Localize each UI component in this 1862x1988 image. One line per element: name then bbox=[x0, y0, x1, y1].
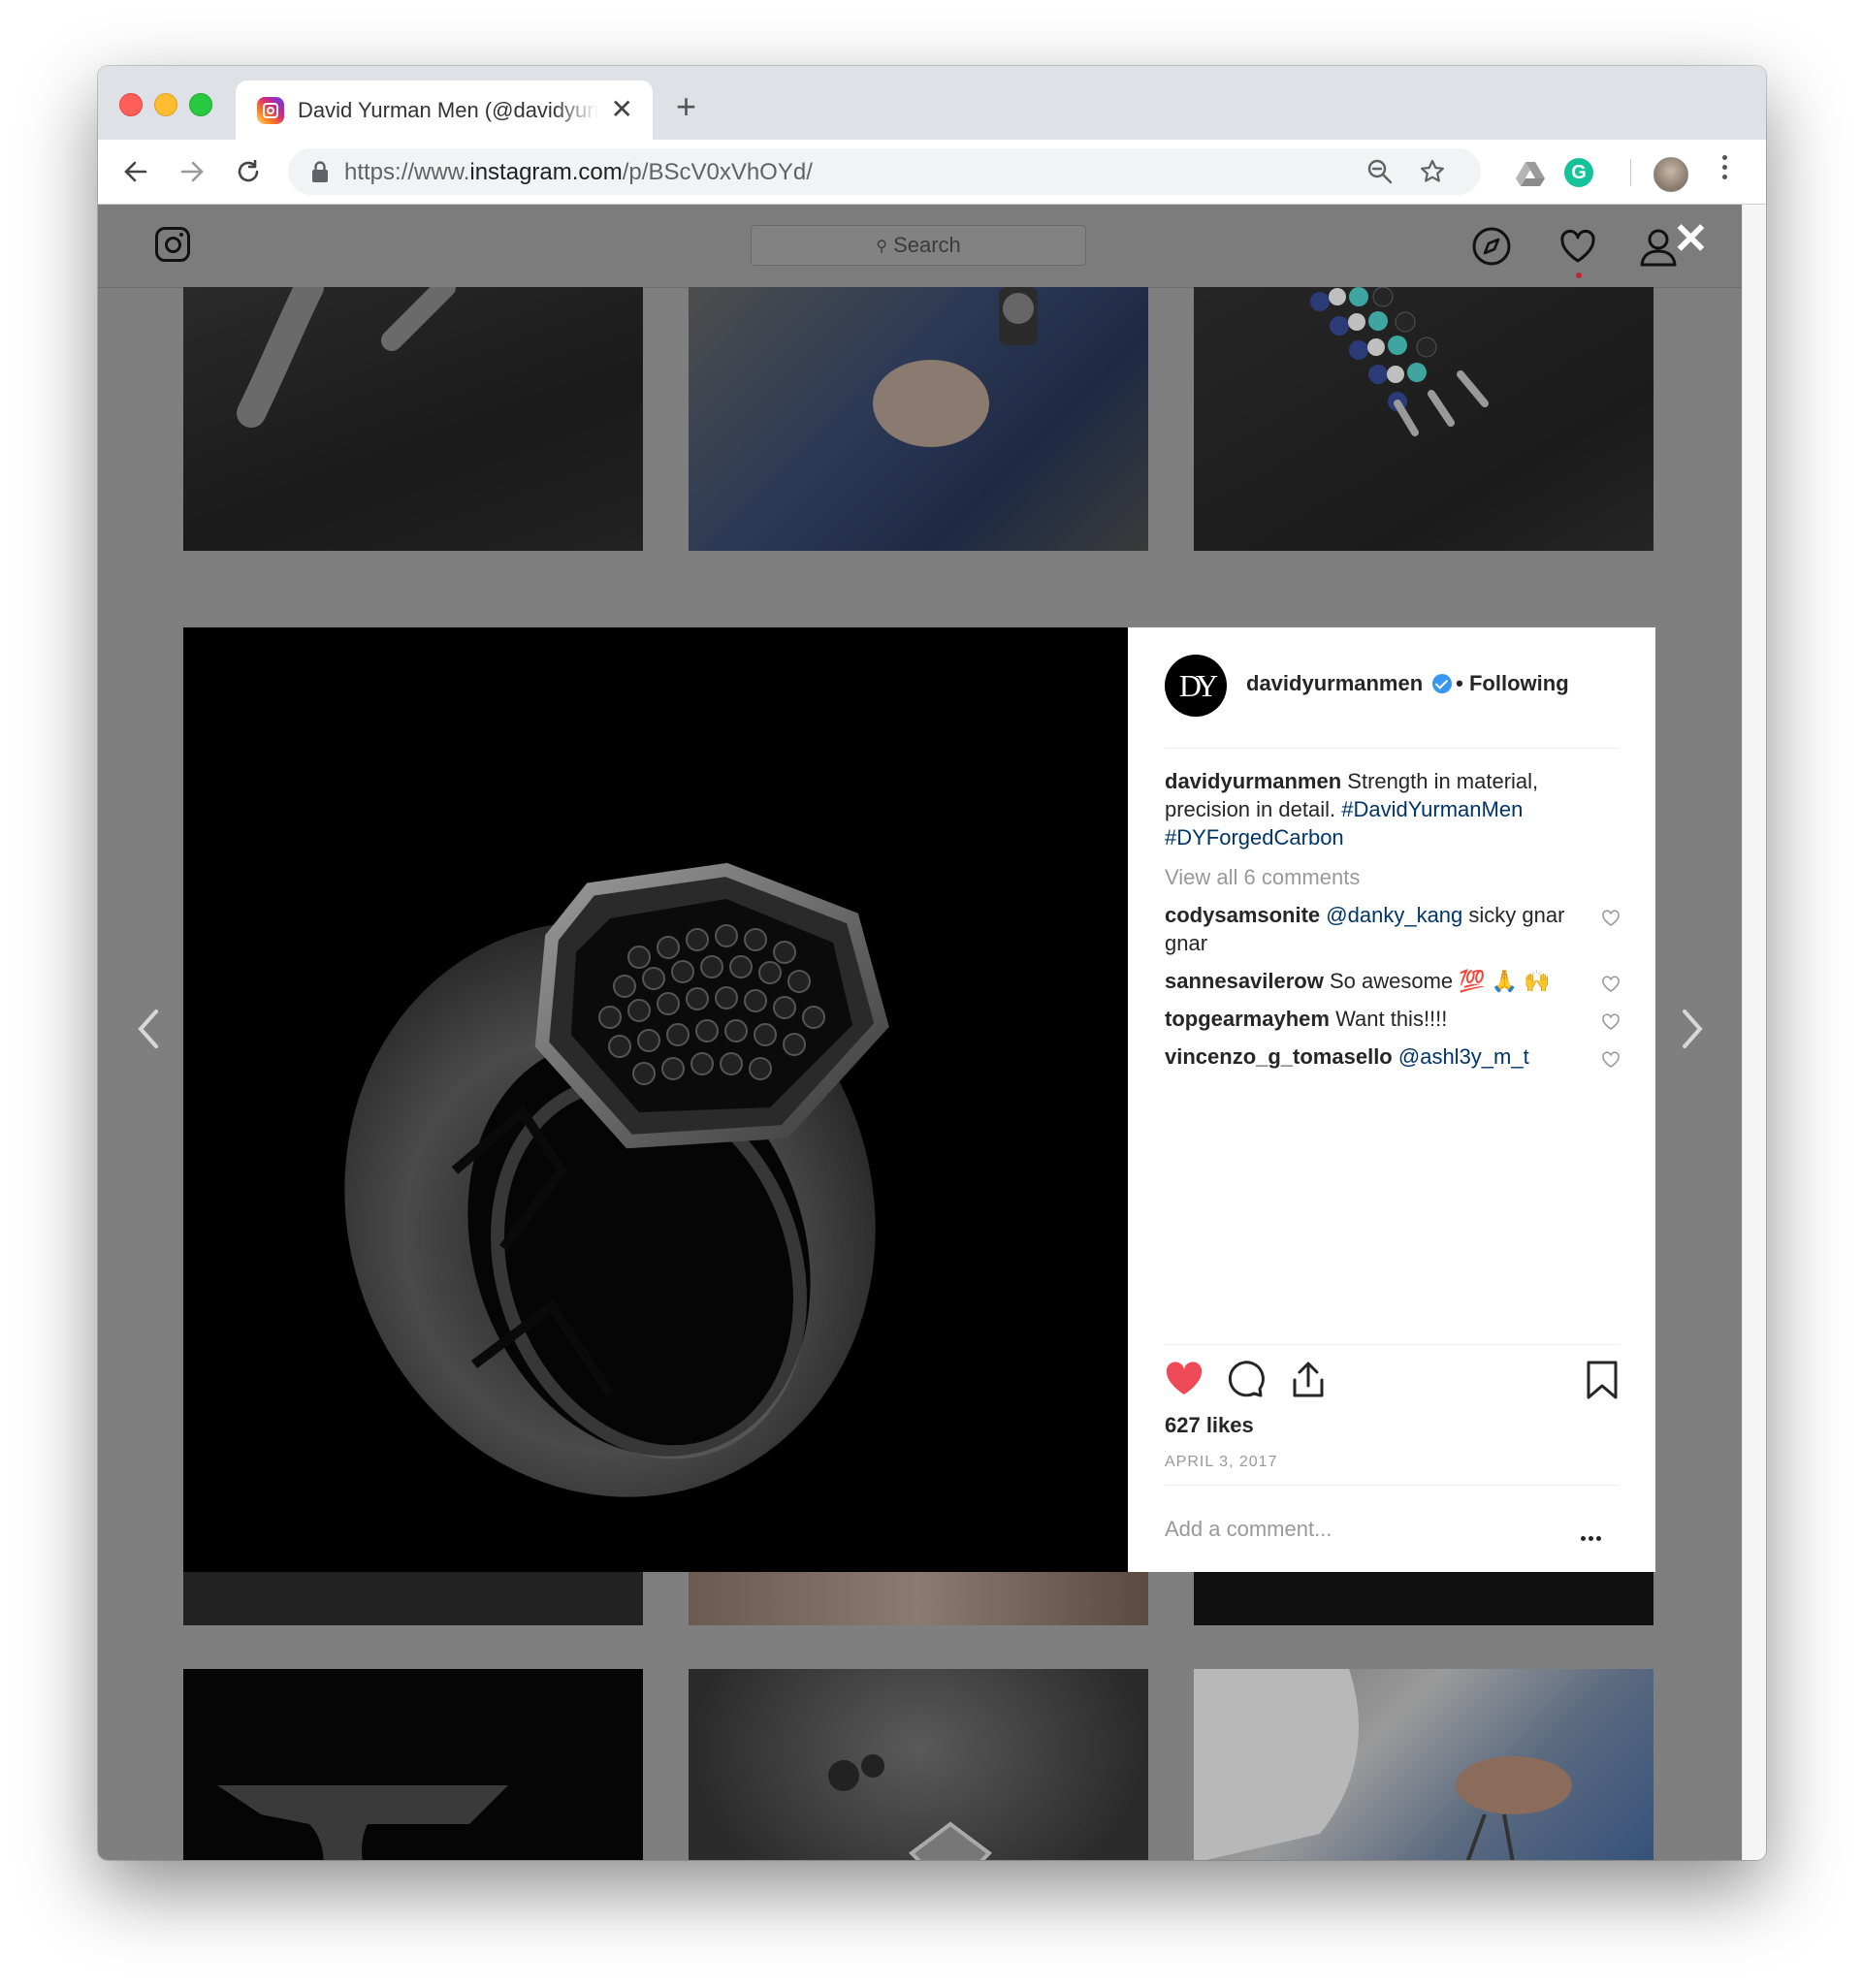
next-post-arrow-icon[interactable] bbox=[1681, 1008, 1704, 1050]
grid-post-suit[interactable] bbox=[689, 287, 1148, 551]
tab-strip: David Yurman Men (@davidyurmanmen) ✕ + bbox=[98, 66, 1766, 140]
comment-username[interactable]: codysamsonite bbox=[1165, 903, 1320, 927]
notification-dot bbox=[1576, 273, 1582, 278]
comment-item: topgearmayhem Want this!!!! bbox=[1165, 1005, 1621, 1033]
post-image bbox=[183, 627, 1128, 1572]
browser-window: David Yurman Men (@davidyurmanmen) ✕ + h… bbox=[98, 66, 1766, 1860]
search-icon: ⚲ bbox=[876, 239, 887, 255]
toolbar-divider bbox=[1630, 159, 1631, 186]
browser-toolbar: https://www.instagram.com/p/BScV0xVhOYd/… bbox=[98, 140, 1766, 205]
save-bookmark-icon[interactable] bbox=[1586, 1361, 1619, 1399]
comment-username[interactable]: topgearmayhem bbox=[1165, 1007, 1330, 1031]
activity-heart-icon[interactable] bbox=[1557, 226, 1598, 267]
comments-section: davidyurmanmen Strength in material, pre… bbox=[1165, 767, 1621, 1071]
arrow-left-icon bbox=[124, 161, 147, 182]
comment-bubble-icon[interactable] bbox=[1227, 1361, 1266, 1397]
add-comment-placeholder: Add a comment... bbox=[1165, 1517, 1332, 1541]
avatar[interactable]: DY bbox=[1165, 655, 1227, 717]
more-options-icon[interactable] bbox=[1578, 1528, 1601, 1546]
post-sidebar: DY davidyurmanmen • Following davidyurman… bbox=[1128, 627, 1655, 1572]
post-actions: 627 likes APRIL 3, 2017 Add a comment... bbox=[1165, 1344, 1619, 1541]
bracelet-image bbox=[237, 287, 456, 428]
browser-menu-icon[interactable] bbox=[1719, 155, 1729, 184]
caption: davidyurmanmen Strength in material, pre… bbox=[1165, 767, 1621, 851]
caption-username[interactable]: davidyurmanmen bbox=[1165, 769, 1341, 793]
comment-mention[interactable]: @danky_kang bbox=[1326, 903, 1462, 927]
profile-avatar[interactable] bbox=[1653, 157, 1688, 192]
comment-username[interactable]: vincenzo_g_tomasello bbox=[1165, 1044, 1393, 1069]
reload-button[interactable] bbox=[230, 153, 267, 190]
ring-on-stones-image bbox=[828, 1754, 993, 1860]
grid-post-partial-1[interactable] bbox=[183, 1572, 643, 1625]
url-text: https://www.instagram.com/p/BScV0xVhOYd/ bbox=[344, 159, 813, 186]
maximize-window-button[interactable] bbox=[189, 93, 212, 116]
grammarly-icon[interactable]: G bbox=[1564, 158, 1593, 187]
url-host: instagram.com bbox=[469, 159, 623, 185]
comment-text: So awesome 💯 🙏 🙌 bbox=[1323, 969, 1551, 993]
comment-like-heart-icon[interactable] bbox=[1601, 975, 1621, 994]
back-button[interactable] bbox=[117, 153, 154, 190]
search-placeholder: Search bbox=[893, 233, 961, 257]
post-author: davidyurmanmen • Following bbox=[1246, 671, 1569, 696]
comment-item: vincenzo_g_tomasello @ashl3y_m_t bbox=[1165, 1042, 1621, 1071]
reload-icon bbox=[238, 160, 259, 182]
anvil-image bbox=[217, 1785, 508, 1860]
bookmark-star-icon[interactable] bbox=[1419, 158, 1446, 185]
comment-mention[interactable]: @ashl3y_m_t bbox=[1398, 1044, 1529, 1069]
instagram-header: ⚲ Search ✕ bbox=[98, 205, 1742, 288]
like-heart-filled-icon[interactable] bbox=[1165, 1361, 1204, 1397]
comment-text: Want this!!!! bbox=[1329, 1007, 1448, 1031]
minimize-window-button[interactable] bbox=[154, 93, 177, 116]
hashtag-link[interactable]: #DYForgedCarbon bbox=[1165, 825, 1344, 850]
post-date: APRIL 3, 2017 bbox=[1165, 1454, 1278, 1470]
likes-count[interactable]: 627 likes bbox=[1165, 1413, 1254, 1438]
zoom-icon[interactable] bbox=[1366, 158, 1394, 185]
tab-title: David Yurman Men (@davidyurmanmen) bbox=[298, 98, 598, 122]
hashtag-link[interactable]: #DavidYurmanMen bbox=[1341, 797, 1523, 821]
suit-image bbox=[873, 287, 1038, 447]
url-path: /p/BScV0xVhOYd/ bbox=[622, 159, 813, 185]
comment-item: codysamsonite @danky_kang sicky gnar gna… bbox=[1165, 901, 1621, 957]
grid-post-partial-2[interactable] bbox=[689, 1572, 1148, 1625]
close-modal-button[interactable]: ✕ bbox=[1673, 218, 1709, 261]
tab-close-icon[interactable]: ✕ bbox=[611, 94, 633, 125]
close-window-button[interactable] bbox=[119, 93, 143, 116]
search-input[interactable]: ⚲ Search bbox=[751, 225, 1086, 266]
instagram-favicon-icon bbox=[257, 97, 284, 124]
following-button[interactable]: • Following bbox=[1456, 671, 1568, 695]
google-drive-icon[interactable] bbox=[1516, 161, 1545, 186]
previous-post-arrow-icon[interactable] bbox=[137, 1008, 160, 1050]
post-header: DY davidyurmanmen • Following bbox=[1165, 655, 1619, 749]
drafting-hands-image bbox=[1194, 1669, 1572, 1860]
add-comment-field[interactable]: Add a comment... bbox=[1165, 1485, 1619, 1544]
lock-icon bbox=[312, 161, 328, 182]
page-scrollbar[interactable] bbox=[1742, 205, 1766, 1860]
instagram-logo-icon[interactable] bbox=[155, 227, 190, 262]
instagram-page: ⚲ Search ✕ DY davidyurmanmen • Following… bbox=[98, 205, 1742, 1860]
arrow-right-icon bbox=[180, 161, 204, 182]
url-prefix: https://www. bbox=[344, 159, 470, 185]
grid-post-beads[interactable] bbox=[1194, 287, 1653, 551]
new-tab-button[interactable]: + bbox=[676, 89, 696, 124]
grid-post-bracelet[interactable] bbox=[183, 287, 643, 551]
author-username[interactable]: davidyurmanmen bbox=[1246, 671, 1423, 695]
grid-post-partial-3[interactable] bbox=[1194, 1572, 1653, 1625]
grid-post-ring-stones[interactable] bbox=[689, 1669, 1148, 1860]
comment-username[interactable]: sannesavilerow bbox=[1165, 969, 1324, 993]
comment-item: sannesavilerow So awesome 💯 🙏 🙌 bbox=[1165, 967, 1621, 995]
view-all-comments-link[interactable]: View all 6 comments bbox=[1165, 863, 1621, 891]
grid-post-drafting[interactable] bbox=[1194, 1669, 1653, 1860]
address-bar[interactable]: https://www.instagram.com/p/BScV0xVhOYd/ bbox=[288, 148, 1481, 195]
bead-bracelet-image bbox=[1310, 287, 1489, 436]
browser-tab[interactable]: David Yurman Men (@davidyurmanmen) ✕ bbox=[236, 80, 653, 140]
comment-like-heart-icon[interactable] bbox=[1601, 909, 1621, 928]
comment-like-heart-icon[interactable] bbox=[1601, 1012, 1621, 1032]
verified-badge-icon bbox=[1432, 674, 1453, 693]
explore-compass-icon[interactable] bbox=[1471, 226, 1512, 267]
comment-like-heart-icon[interactable] bbox=[1601, 1050, 1621, 1070]
share-icon[interactable] bbox=[1289, 1361, 1328, 1399]
forward-button[interactable] bbox=[174, 153, 210, 190]
carbon-ring-image bbox=[344, 862, 889, 1497]
grid-post-anvil[interactable] bbox=[183, 1669, 643, 1860]
